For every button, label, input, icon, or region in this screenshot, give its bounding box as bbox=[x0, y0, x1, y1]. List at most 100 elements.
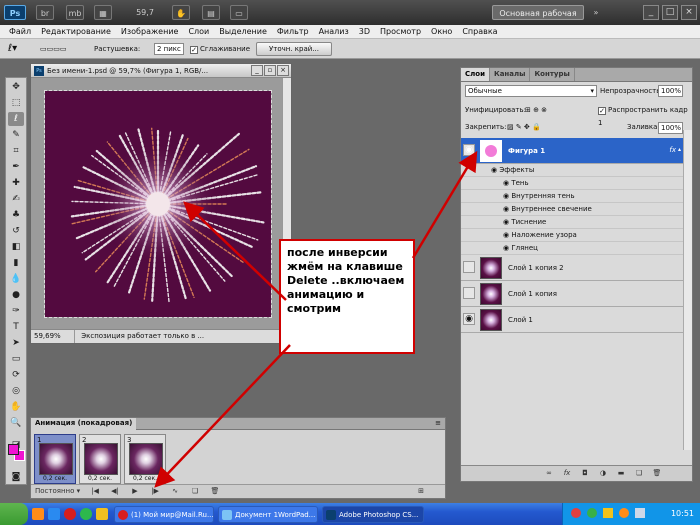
brush-tool-icon[interactable]: ✍ bbox=[8, 192, 24, 206]
arrange-documents-icon[interactable]: ▤ bbox=[202, 5, 220, 20]
tab-layers[interactable]: Слои bbox=[461, 68, 490, 81]
lasso-tool-icon[interactable]: ℓ bbox=[8, 112, 24, 126]
adjustment-layer-icon[interactable]: ◑ bbox=[597, 468, 609, 479]
effect-row[interactable]: ◉ Внутреннее свечение bbox=[461, 203, 692, 216]
zoom-tool-icon[interactable]: 🔍 bbox=[8, 416, 24, 430]
blend-mode-select[interactable]: Обычные ▾ bbox=[465, 85, 597, 97]
frame-delay[interactable]: 0,2 сек. bbox=[35, 474, 75, 483]
3d-rotate-tool-icon[interactable]: ⟳ bbox=[8, 368, 24, 382]
frame-delay[interactable]: 0,2 сек. bbox=[125, 474, 165, 483]
menu-select[interactable]: Выделение bbox=[214, 25, 272, 38]
mini-bridge-icon[interactable]: br bbox=[36, 5, 54, 20]
tray-app-icon[interactable] bbox=[587, 508, 597, 518]
hand-tool-icon[interactable]: ✋ bbox=[8, 400, 24, 414]
unify-icons[interactable]: ⊞ ⊕ ⊗ bbox=[525, 104, 547, 117]
menu-layers[interactable]: Слои bbox=[183, 25, 214, 38]
marquee-tool-icon[interactable]: ⬚ bbox=[8, 96, 24, 110]
blur-tool-icon[interactable]: 💧 bbox=[8, 272, 24, 286]
type-tool-icon[interactable]: T bbox=[8, 320, 24, 334]
doc-restore-button[interactable]: ▫ bbox=[264, 65, 276, 76]
fill-input[interactable]: 100% bbox=[658, 122, 683, 134]
opera-icon[interactable] bbox=[64, 508, 76, 520]
tab-channels[interactable]: Каналы bbox=[490, 68, 531, 81]
messenger-icon[interactable] bbox=[80, 508, 92, 520]
duplicate-frame-icon[interactable]: ❏ bbox=[189, 486, 201, 497]
lasso-preset-icon[interactable]: ℓ▾ bbox=[8, 43, 17, 55]
effect-row[interactable]: ◉ Глянец bbox=[461, 242, 692, 255]
layers-scrollbar[interactable] bbox=[683, 130, 692, 450]
menu-image[interactable]: Изображение bbox=[116, 25, 184, 38]
add-mask-icon[interactable]: ◘ bbox=[579, 468, 591, 479]
animation-frame[interactable]: 2 0,2 сек. bbox=[79, 434, 121, 484]
quick-selection-tool-icon[interactable]: ✎ bbox=[8, 128, 24, 142]
maximize-button[interactable]: □ bbox=[662, 5, 678, 20]
delete-frame-icon[interactable]: 🗑 bbox=[209, 486, 221, 497]
new-layer-icon[interactable]: ❏ bbox=[633, 468, 645, 479]
foreground-color-swatch[interactable] bbox=[8, 444, 19, 455]
effect-row[interactable]: ◉ Тиснение bbox=[461, 216, 692, 229]
show-desktop-icon[interactable] bbox=[96, 508, 108, 520]
3d-orbit-tool-icon[interactable]: ◎ bbox=[8, 384, 24, 398]
shape-tool-icon[interactable]: ▭ bbox=[8, 352, 24, 366]
layer-row[interactable]: Слой 1 копия 2 bbox=[461, 255, 692, 281]
refine-edge-button[interactable]: Уточн. край... bbox=[256, 42, 332, 56]
previous-frame-icon[interactable]: ◀| bbox=[109, 486, 121, 497]
tray-app-icon[interactable] bbox=[619, 508, 629, 518]
close-button[interactable]: × bbox=[681, 5, 697, 20]
bridge-icon[interactable]: mb bbox=[66, 5, 84, 20]
effect-row[interactable]: ◉ Внутренняя тень bbox=[461, 190, 692, 203]
volume-icon[interactable] bbox=[635, 508, 645, 518]
path-selection-tool-icon[interactable]: ➤ bbox=[8, 336, 24, 350]
panel-menu-icon[interactable]: ≡ bbox=[435, 418, 441, 429]
minimize-button[interactable]: _ bbox=[643, 5, 659, 20]
convert-timeline-icon[interactable]: ⊞ bbox=[415, 486, 427, 497]
tray-app-icon[interactable] bbox=[571, 508, 581, 518]
tab-paths[interactable]: Контуры bbox=[530, 68, 575, 81]
menu-help[interactable]: Справка bbox=[457, 25, 502, 38]
link-layers-icon[interactable]: ∞ bbox=[543, 468, 555, 479]
menu-analysis[interactable]: Анализ bbox=[314, 25, 354, 38]
layer-row-selected[interactable]: ◉ Фигура 1 fx ▴ bbox=[461, 138, 692, 164]
next-frame-icon[interactable]: |▶ bbox=[149, 486, 161, 497]
selection-mode-icons[interactable]: ▭▭▭▭ bbox=[40, 43, 66, 55]
menu-view[interactable]: Просмотр bbox=[375, 25, 426, 38]
clone-stamp-tool-icon[interactable]: ♣ bbox=[8, 208, 24, 222]
feather-input[interactable]: 2 пикс bbox=[154, 43, 184, 55]
ie-icon[interactable] bbox=[48, 508, 60, 520]
expand-chevron-icon[interactable]: » bbox=[590, 5, 602, 20]
menu-file[interactable]: Файл bbox=[4, 25, 36, 38]
guides-icon[interactable]: ▦ bbox=[94, 5, 112, 20]
workspace-switcher[interactable]: Основная рабочая среда bbox=[492, 5, 584, 33]
hand-icon[interactable]: ✋ bbox=[172, 5, 190, 20]
start-button[interactable] bbox=[0, 503, 28, 525]
document-status-text[interactable]: Экспозиция работает только в ... bbox=[77, 332, 204, 340]
eraser-tool-icon[interactable]: ◧ bbox=[8, 240, 24, 254]
frame-delay[interactable]: 0,2 сек. bbox=[80, 474, 120, 483]
collapse-effects-icon[interactable]: ▴ bbox=[678, 146, 681, 153]
menu-filter[interactable]: Фильтр bbox=[272, 25, 314, 38]
healing-brush-tool-icon[interactable]: ✚ bbox=[8, 176, 24, 190]
effect-row[interactable]: ◉ Тень bbox=[461, 177, 692, 190]
tab-animation[interactable]: Анимация (покадровая) bbox=[31, 418, 137, 430]
menu-edit[interactable]: Редактирование bbox=[36, 25, 116, 38]
screen-mode-icon[interactable]: ▭ bbox=[230, 5, 248, 20]
loop-select[interactable]: Постоянно ▾ bbox=[33, 486, 81, 497]
taskbar-item[interactable]: Документ 1WordPad... bbox=[218, 506, 318, 523]
dodge-tool-icon[interactable]: ● bbox=[8, 288, 24, 302]
gradient-tool-icon[interactable]: ▮ bbox=[8, 256, 24, 270]
visibility-toggle[interactable] bbox=[463, 287, 475, 299]
crop-tool-icon[interactable]: ⌗ bbox=[8, 144, 24, 158]
menu-window[interactable]: Окно bbox=[426, 25, 457, 38]
eye-icon[interactable]: ◉ bbox=[463, 144, 475, 156]
taskbar-item[interactable]: (1) Мой мир@Mail.Ru.... bbox=[114, 506, 214, 523]
tween-icon[interactable]: ∿ bbox=[169, 486, 181, 497]
eye-icon[interactable]: ◉ bbox=[463, 313, 475, 325]
effects-header[interactable]: ◉ Эффекты bbox=[461, 164, 692, 177]
zoom-level[interactable]: 59,7 bbox=[130, 5, 160, 20]
animation-frame[interactable]: 3 0,2 сек. bbox=[124, 434, 166, 484]
doc-close-button[interactable]: × bbox=[277, 65, 289, 76]
effect-row[interactable]: ◉ Наложение узора bbox=[461, 229, 692, 242]
taskbar-item-active[interactable]: Adobe Photoshop CS... bbox=[322, 506, 424, 523]
first-frame-icon[interactable]: |◀ bbox=[89, 486, 101, 497]
new-group-icon[interactable]: ▬ bbox=[615, 468, 627, 479]
